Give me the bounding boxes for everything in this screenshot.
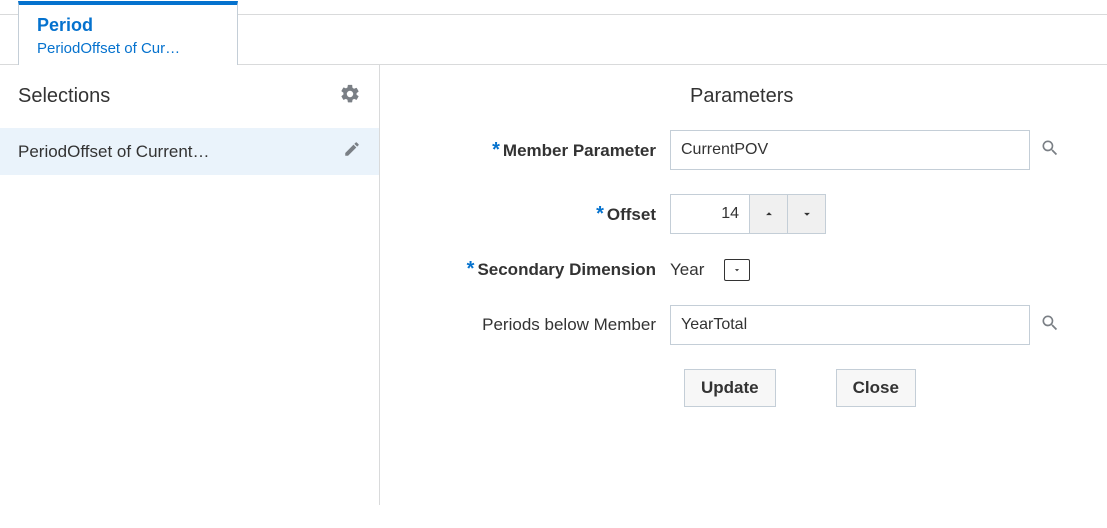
selection-item-label: PeriodOffset of Current… <box>18 142 210 162</box>
secondary-dimension-value: Year <box>670 260 704 280</box>
periods-below-member-label: Periods below Member <box>410 315 670 335</box>
tab-title: Period <box>37 15 219 36</box>
member-parameter-label: *Member Parameter <box>410 139 670 162</box>
periods-below-member-input[interactable] <box>670 305 1030 345</box>
member-parameter-input[interactable] <box>670 130 1030 170</box>
selections-heading: Selections <box>18 85 110 108</box>
tab-period[interactable]: Period PeriodOffset of Cur… <box>18 1 238 65</box>
offset-label: *Offset <box>410 203 670 226</box>
secondary-dimension-label: *Secondary Dimension <box>410 258 670 281</box>
close-button[interactable]: Close <box>836 369 916 407</box>
tab-subtitle: PeriodOffset of Cur… <box>37 40 219 57</box>
offset-input[interactable] <box>671 195 749 233</box>
offset-decrement-button[interactable] <box>787 195 825 233</box>
secondary-dimension-dropdown[interactable] <box>724 259 750 281</box>
parameters-heading: Parameters <box>690 85 1077 108</box>
selections-panel: Selections PeriodOffset of Current… <box>0 65 380 505</box>
offset-increment-button[interactable] <box>749 195 787 233</box>
gear-icon[interactable] <box>339 83 361 110</box>
search-icon[interactable] <box>1040 313 1060 338</box>
search-icon[interactable] <box>1040 138 1060 163</box>
pencil-icon[interactable] <box>343 140 361 163</box>
offset-stepper <box>670 194 826 234</box>
selection-item[interactable]: PeriodOffset of Current… <box>0 128 379 175</box>
update-button[interactable]: Update <box>684 369 776 407</box>
parameters-panel: Parameters *Member Parameter *Offset <box>380 65 1107 505</box>
